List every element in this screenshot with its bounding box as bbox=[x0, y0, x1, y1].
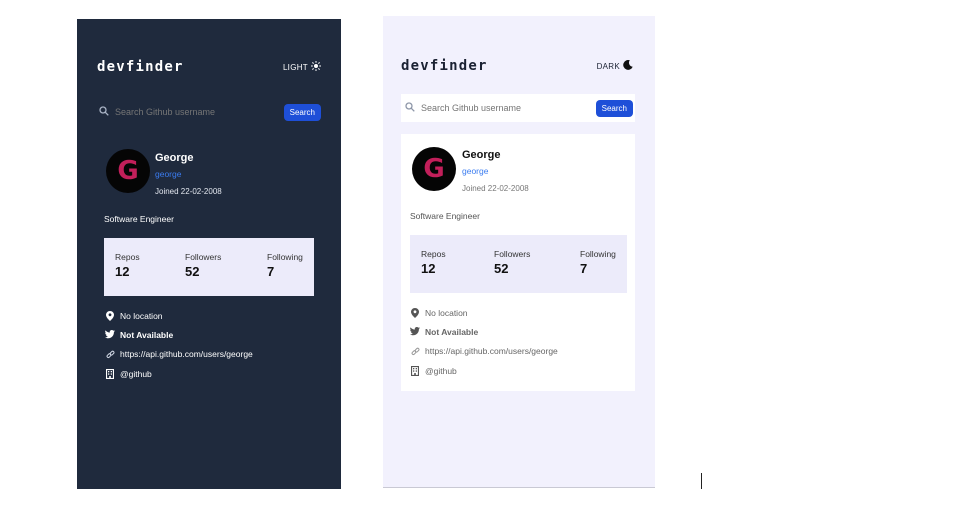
text-cursor bbox=[701, 473, 702, 489]
stat-label: Repos bbox=[115, 252, 140, 262]
stat-value: 12 bbox=[421, 261, 436, 276]
twitter-row: Not Available bbox=[410, 322, 558, 341]
search-bar: Search bbox=[99, 103, 321, 121]
blog-link[interactable]: https://api.github.com/users/george bbox=[425, 346, 558, 356]
search-button[interactable]: Search bbox=[283, 103, 321, 121]
profile-bio: Software Engineer bbox=[410, 211, 480, 221]
twitter-text: Not Available bbox=[120, 329, 174, 340]
stat-value: 7 bbox=[580, 261, 588, 276]
blog-row: https://api.github.com/users/george bbox=[410, 342, 558, 361]
stat-followers: Followers 52 bbox=[185, 252, 221, 279]
link-icon bbox=[105, 350, 115, 359]
theme-toggle[interactable]: LIGHT bbox=[283, 61, 321, 73]
building-icon bbox=[410, 365, 420, 376]
location-pin-icon bbox=[105, 310, 115, 321]
app-logo: devfinder bbox=[97, 59, 184, 75]
profile-links: No location Not Available https://api.gi… bbox=[105, 306, 253, 383]
stat-label: Following bbox=[267, 252, 303, 262]
profile-bio: Software Engineer bbox=[104, 214, 174, 224]
location-text: No location bbox=[425, 307, 468, 318]
location-text: No location bbox=[120, 310, 163, 321]
stat-repos: Repos 12 bbox=[115, 252, 140, 279]
light-theme-panel: devfinder DARK Search G George george Jo… bbox=[383, 16, 655, 488]
search-input[interactable] bbox=[421, 103, 596, 113]
stats-box: Repos 12 Followers 52 Following 7 bbox=[104, 238, 314, 296]
avatar-letter: G bbox=[423, 154, 445, 184]
location-pin-icon bbox=[410, 307, 420, 318]
search-input[interactable] bbox=[115, 107, 284, 117]
twitter-row: Not Available bbox=[105, 325, 253, 344]
twitter-icon bbox=[410, 327, 420, 336]
stat-label: Repos bbox=[421, 249, 446, 259]
stat-followers: Followers 52 bbox=[494, 249, 530, 276]
header: devfinder LIGHT bbox=[97, 59, 321, 75]
avatar-letter: G bbox=[117, 156, 139, 186]
profile-login-link[interactable]: george bbox=[155, 169, 181, 179]
theme-toggle-label: DARK bbox=[596, 61, 620, 71]
search-icon bbox=[99, 103, 109, 121]
link-icon bbox=[410, 347, 420, 356]
blog-link[interactable]: https://api.github.com/users/george bbox=[120, 349, 253, 359]
search-button[interactable]: Search bbox=[595, 99, 633, 117]
stat-value: 52 bbox=[185, 264, 200, 279]
dark-theme-panel: devfinder LIGHT Search Github username S… bbox=[77, 19, 341, 489]
header: devfinder DARK bbox=[401, 58, 633, 74]
theme-toggle[interactable]: DARK bbox=[597, 60, 633, 72]
building-icon bbox=[105, 368, 115, 379]
stat-following: Following 7 bbox=[580, 249, 616, 276]
stat-label: Followers bbox=[494, 249, 531, 259]
stat-label: Followers bbox=[185, 252, 222, 262]
stat-value: 52 bbox=[494, 261, 509, 276]
twitter-text: Not Available bbox=[425, 326, 479, 337]
stat-following: Following 7 bbox=[267, 252, 303, 279]
moon-icon bbox=[623, 60, 633, 72]
avatar: G bbox=[106, 149, 150, 193]
joined-date: Joined 22-02-2008 bbox=[155, 187, 222, 196]
profile-login-link[interactable]: george bbox=[462, 166, 488, 176]
stat-value: 7 bbox=[267, 264, 275, 279]
stat-repos: Repos 12 bbox=[421, 249, 446, 276]
company-row: @github bbox=[410, 361, 558, 380]
profile-card: G George george Joined 22-02-2008 Softwa… bbox=[401, 134, 635, 391]
avatar: G bbox=[412, 147, 456, 191]
stats-box: Repos 12 Followers 52 Following 7 bbox=[410, 235, 627, 293]
company-row: @github bbox=[105, 364, 253, 383]
sun-icon bbox=[311, 61, 321, 73]
profile-links: No location Not Available https://api.gi… bbox=[410, 303, 558, 380]
joined-date: Joined 22-02-2008 bbox=[462, 184, 529, 193]
location-row: No location bbox=[105, 306, 253, 325]
profile-name: George bbox=[155, 152, 194, 164]
blog-row: https://api.github.com/users/george bbox=[105, 345, 253, 364]
theme-toggle-label: LIGHT bbox=[282, 62, 308, 72]
search-icon bbox=[405, 99, 415, 117]
stat-label: Following bbox=[580, 249, 616, 259]
company-text: @github bbox=[120, 368, 152, 379]
company-text: @github bbox=[425, 365, 457, 376]
twitter-icon bbox=[105, 330, 115, 339]
stat-value: 12 bbox=[115, 264, 130, 279]
search-bar: Search bbox=[401, 94, 635, 122]
app-logo: devfinder bbox=[401, 58, 488, 74]
location-row: No location bbox=[410, 303, 558, 322]
profile-name: George bbox=[462, 149, 501, 161]
